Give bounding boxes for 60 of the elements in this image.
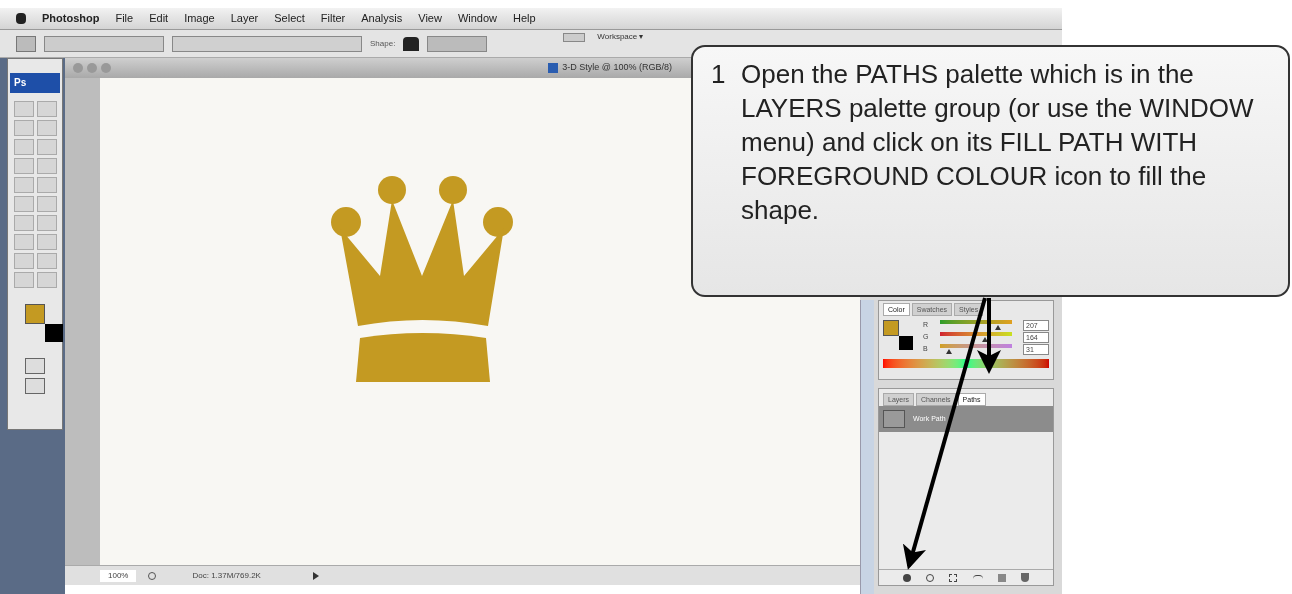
tool-icon[interactable] <box>13 196 34 212</box>
screen-mode-icon[interactable] <box>25 378 45 394</box>
foreground-colour-swatch[interactable] <box>883 320 899 336</box>
slider-thumb[interactable] <box>945 349 952 354</box>
tool-icon[interactable] <box>13 253 34 269</box>
tool-icon[interactable] <box>36 272 57 288</box>
tool-icon[interactable] <box>13 272 34 288</box>
tool-icon[interactable] <box>13 139 34 155</box>
menu-item[interactable]: Layer <box>230 10 259 27</box>
menu-item[interactable]: Photoshop <box>42 10 100 27</box>
menu-item[interactable]: Window <box>457 10 498 27</box>
step-number: 1 <box>711 58 727 91</box>
instruction-text: Open the PATHS palette which is in the LAYERS palette group (or use the WINDOW menu) and click on its FILL PATH WITH FOREGROUND COLOUR icon to fill the shape. <box>740 58 1255 227</box>
tool-icon[interactable] <box>13 234 34 250</box>
workspace-button[interactable]: Workspace ▾ <box>593 32 648 42</box>
menu-item[interactable]: Filter <box>320 10 346 27</box>
tool-icon[interactable] <box>13 120 34 136</box>
tool-icon[interactable] <box>36 177 57 193</box>
colour-slider[interactable] <box>937 344 1015 355</box>
crown-shape-icon[interactable] <box>403 36 420 51</box>
menu-item[interactable]: File <box>115 10 134 27</box>
menu-item[interactable]: Help <box>513 10 536 27</box>
status-menu-icon[interactable] <box>312 571 319 580</box>
document-title: 3-D Style @ 100% (RGB/8) <box>562 61 672 75</box>
tool-icon[interactable] <box>36 234 57 250</box>
menu-item[interactable]: View <box>418 10 442 27</box>
background-colour-swatch[interactable] <box>899 336 913 350</box>
menu-item[interactable]: Image <box>184 10 215 27</box>
tool-icon[interactable] <box>36 101 57 117</box>
fill-path-icon[interactable] <box>902 573 911 582</box>
tool-icon[interactable] <box>36 196 57 212</box>
document-icon <box>548 63 559 73</box>
document-info: Doc: 1.37M/769.2K <box>192 569 261 582</box>
delete-path-icon[interactable] <box>1021 573 1030 582</box>
tool-icon[interactable] <box>36 139 57 155</box>
path-thumbnail-icon <box>883 410 905 428</box>
window-buttons-icon[interactable] <box>73 63 113 73</box>
app-logo: Ps <box>10 73 60 93</box>
shape-label: Shape: <box>370 37 396 50</box>
background-colour-swatch[interactable] <box>45 324 63 342</box>
tool-icon[interactable] <box>13 215 34 231</box>
foreground-colour-swatch[interactable] <box>25 304 45 324</box>
workspace-icon[interactable] <box>563 33 586 42</box>
tool-icon[interactable] <box>36 120 57 136</box>
tool-icon[interactable] <box>13 101 34 117</box>
tool-icon[interactable] <box>36 253 57 269</box>
menu-item[interactable]: Edit <box>149 10 169 27</box>
tool-icon[interactable] <box>36 158 57 174</box>
tool-icon[interactable] <box>13 177 34 193</box>
zoom-level[interactable]: 100% <box>100 569 137 582</box>
colour-spectrum[interactable] <box>883 359 1049 368</box>
quick-mask-icon[interactable] <box>25 358 45 374</box>
menu-item[interactable]: Select <box>274 10 305 27</box>
tool-icon[interactable] <box>13 158 34 174</box>
scroll-bar[interactable] <box>860 300 874 594</box>
new-path-icon[interactable] <box>997 573 1006 582</box>
menu-item[interactable]: Analysis <box>361 10 403 27</box>
load-selection-icon[interactable] <box>949 573 958 582</box>
shape-tool-icon[interactable] <box>16 35 36 52</box>
tool-icon[interactable] <box>36 215 57 231</box>
